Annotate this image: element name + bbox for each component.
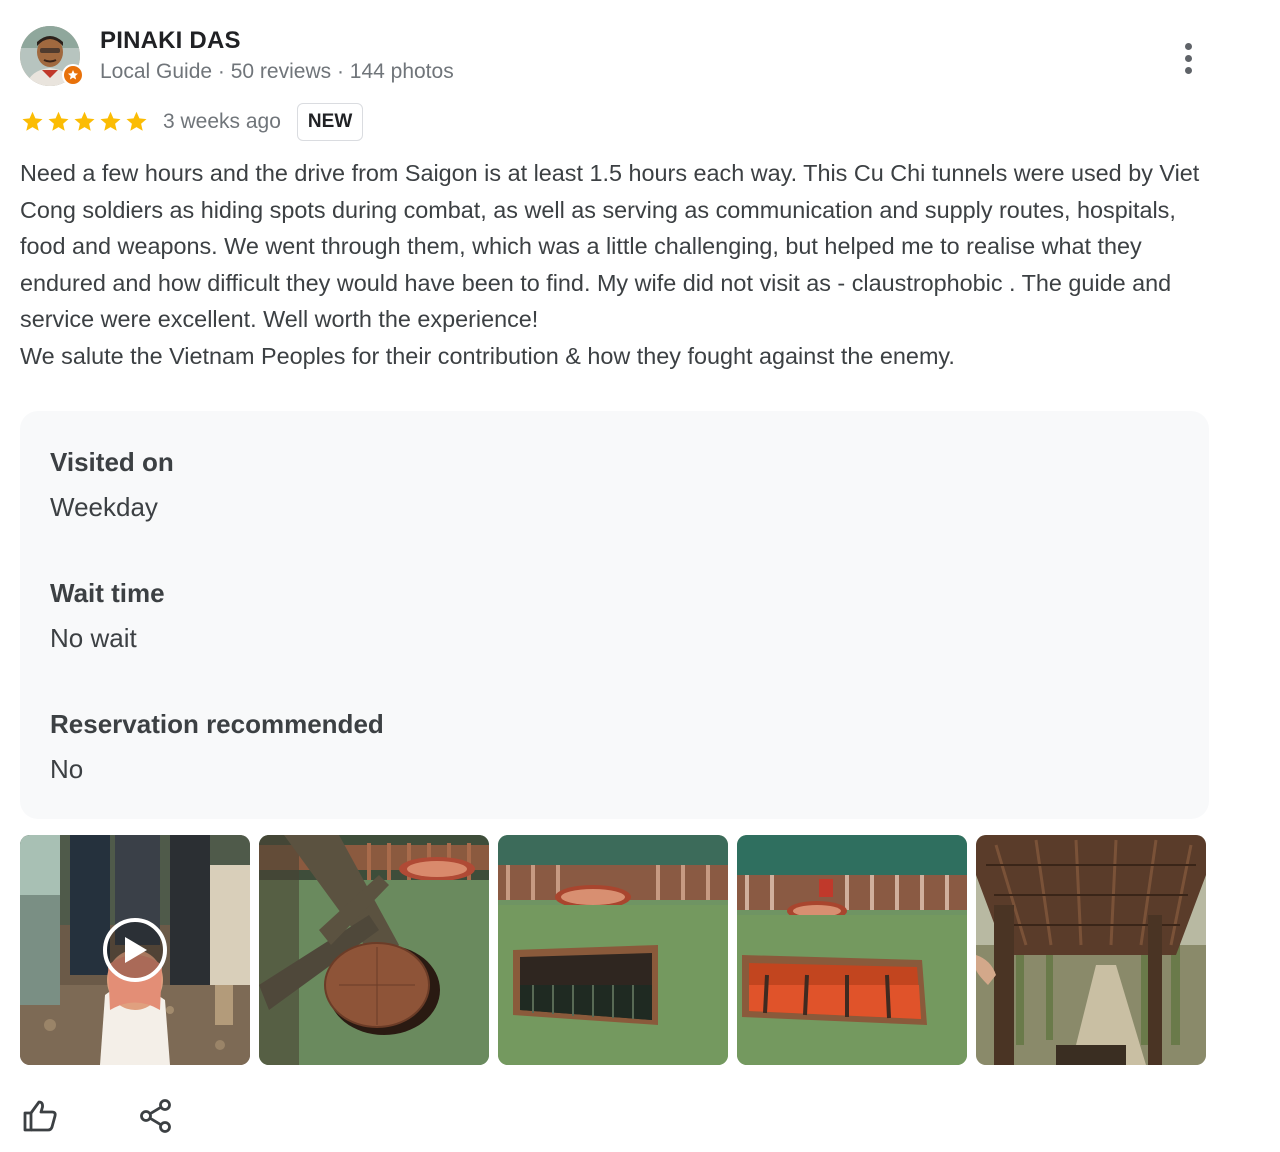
review-paragraph: We salute the Vietnam Peoples for their … bbox=[20, 342, 955, 369]
detail-wait-time: Wait time No wait bbox=[50, 574, 1179, 705]
photo-thumbnail[interactable] bbox=[976, 835, 1206, 1065]
detail-value: No bbox=[50, 754, 84, 784]
share-button[interactable] bbox=[136, 1096, 176, 1136]
review-card: PINAKI DAS Local Guide · 50 reviews · 14… bbox=[0, 0, 1280, 1152]
star-icon bbox=[126, 111, 147, 131]
detail-label: Wait time bbox=[50, 578, 165, 608]
local-guide-star-icon bbox=[62, 64, 84, 86]
thumbs-up-icon bbox=[23, 1100, 57, 1132]
detail-label: Reservation recommended bbox=[50, 709, 384, 739]
star-icon bbox=[48, 111, 69, 131]
new-badge: NEW bbox=[296, 103, 364, 141]
photo-thumbnail[interactable] bbox=[498, 835, 728, 1065]
review-header: PINAKI DAS Local Guide · 50 reviews · 14… bbox=[20, 26, 454, 86]
photo-image bbox=[737, 835, 967, 1065]
photo-thumbnail[interactable] bbox=[259, 835, 489, 1065]
avatar-wrapper[interactable] bbox=[20, 26, 84, 86]
author-name[interactable]: PINAKI DAS bbox=[100, 26, 454, 56]
photo-thumbnail[interactable] bbox=[737, 835, 967, 1065]
visit-details-card: Visited on Weekday Wait time No wait Res… bbox=[20, 411, 1209, 819]
like-button[interactable] bbox=[20, 1096, 60, 1136]
photo-image bbox=[976, 835, 1206, 1065]
detail-value: Weekday bbox=[50, 492, 158, 522]
more-vert-icon-dot-3 bbox=[1184, 66, 1192, 74]
detail-reservation: Reservation recommended No bbox=[50, 705, 1179, 836]
video-thumbnail[interactable] bbox=[20, 835, 250, 1065]
review-text: Need a few hours and the drive from Saig… bbox=[20, 155, 1205, 374]
more-vert-icon-dot-1 bbox=[1184, 42, 1192, 50]
review-paragraph: Need a few hours and the drive from Saig… bbox=[20, 160, 1200, 332]
rating-row: 3 weeks ago NEW bbox=[20, 102, 364, 142]
detail-value: No wait bbox=[50, 623, 137, 653]
author-info: PINAKI DAS Local Guide · 50 reviews · 14… bbox=[100, 26, 454, 86]
star-rating bbox=[20, 110, 149, 134]
star-icon bbox=[100, 111, 121, 131]
photo-image bbox=[498, 835, 728, 1065]
detail-visited-on: Visited on Weekday bbox=[50, 443, 1179, 574]
more-options-button[interactable] bbox=[1172, 38, 1204, 78]
review-actions bbox=[20, 1096, 176, 1136]
author-meta: Local Guide · 50 reviews · 144 photos bbox=[100, 60, 454, 83]
detail-label: Visited on bbox=[50, 447, 174, 477]
play-icon[interactable] bbox=[103, 918, 167, 982]
star-icon bbox=[74, 111, 95, 131]
photo-strip bbox=[20, 835, 1206, 1065]
more-vert-icon-dot-2 bbox=[1184, 54, 1192, 62]
review-time-ago: 3 weeks ago bbox=[163, 110, 281, 133]
share-icon bbox=[140, 1099, 171, 1133]
star-icon bbox=[22, 111, 43, 131]
photo-image bbox=[259, 835, 489, 1065]
